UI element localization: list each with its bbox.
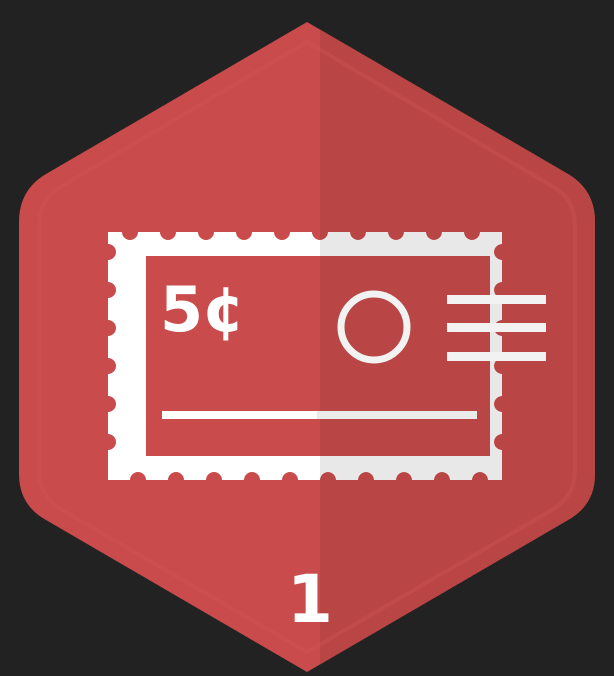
postmark-line (447, 295, 546, 304)
badge-shade (320, 22, 595, 672)
stamp-value-label: 5¢ (160, 273, 245, 346)
postmark-line (447, 323, 546, 332)
achievement-badge: 5¢ 1 (0, 0, 614, 676)
address-line (162, 411, 317, 419)
badge-level-number: 1 (287, 561, 333, 638)
address-line-shaded (317, 411, 477, 419)
postmark-line (447, 352, 546, 361)
